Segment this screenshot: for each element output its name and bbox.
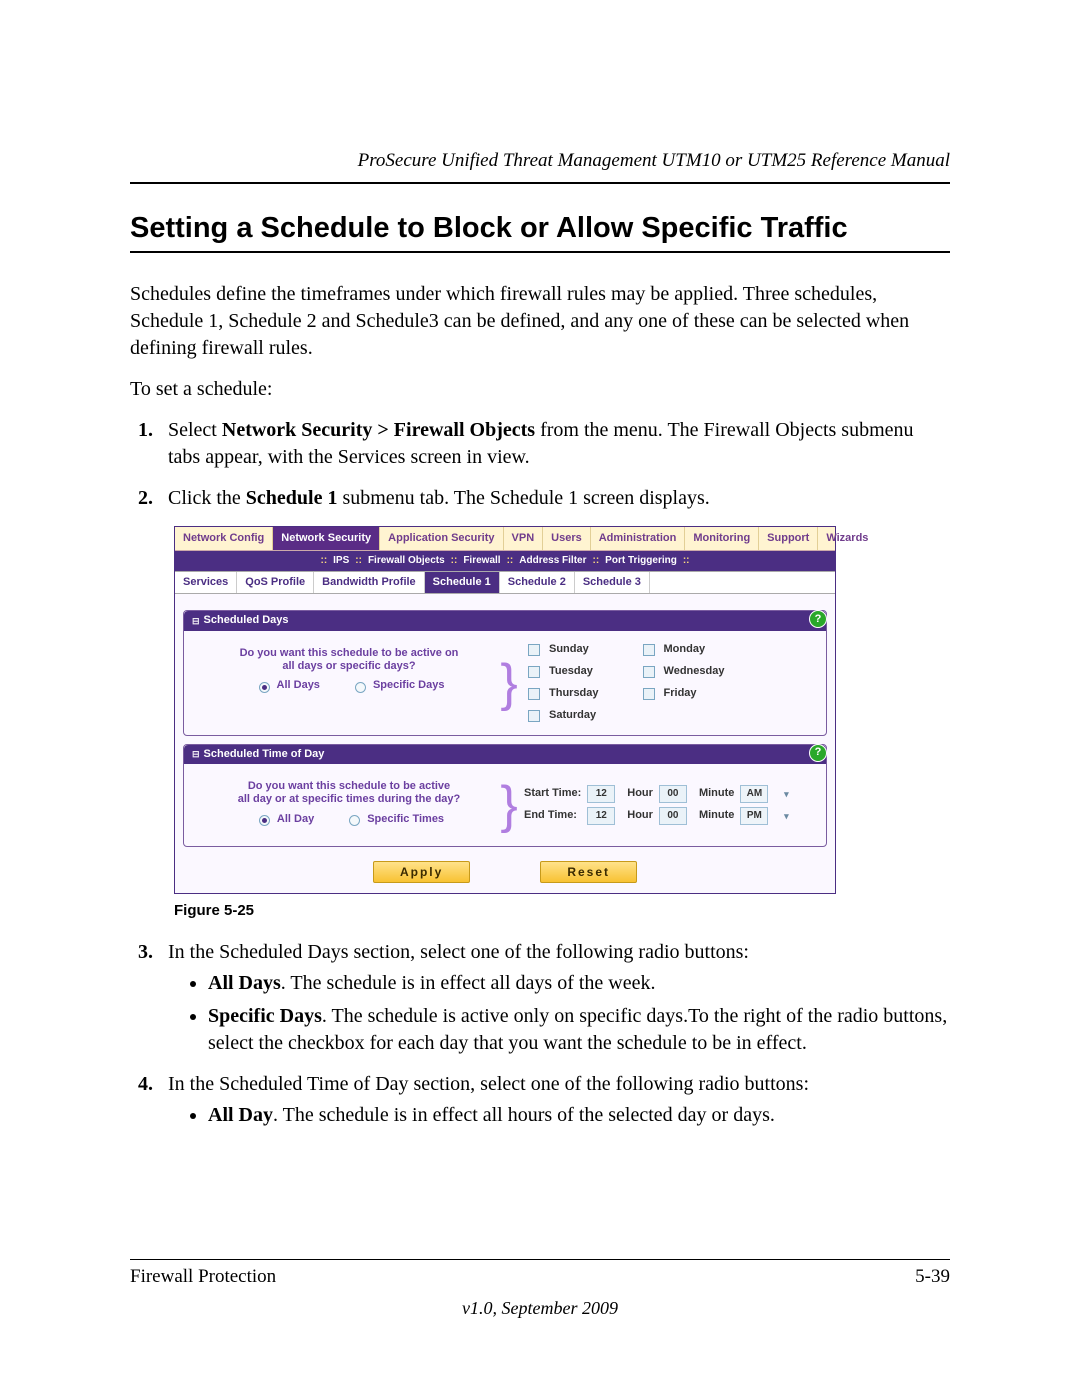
- nav-application-security[interactable]: Application Security: [380, 527, 503, 550]
- page-footer: Firewall Protection 5-39 v1.0, September…: [130, 1229, 950, 1319]
- hour-label: Hour: [627, 809, 653, 822]
- nav-wizards[interactable]: Wizards: [818, 527, 876, 550]
- time-grid: Start Time: 12 Hour 00 Minute AM ▾ End T…: [524, 785, 794, 825]
- day-checkboxes: Sunday Tuesday Thursday Saturday Monday …: [516, 641, 814, 725]
- running-header: ProSecure Unified Threat Management UTM1…: [130, 150, 950, 184]
- radio-specific-times[interactable]: Specific Times: [344, 812, 444, 826]
- tab-services[interactable]: Services: [175, 572, 237, 593]
- minute-label: Minute: [699, 787, 734, 800]
- time-question: Do you want this schedule to be active a…: [196, 774, 502, 837]
- days-question: Do you want this schedule to be active o…: [196, 641, 502, 725]
- panel-header-days: ⊟ Scheduled Days: [184, 611, 826, 630]
- step-2: Click the Schedule 1 submenu tab. The Sc…: [158, 485, 950, 512]
- radio-all-day[interactable]: All Day: [254, 812, 314, 826]
- checkbox-tuesday[interactable]: Tuesday: [524, 663, 599, 681]
- nav-monitoring[interactable]: Monitoring: [685, 527, 759, 550]
- tab-schedule-3[interactable]: Schedule 3: [575, 572, 650, 593]
- subnav-sep-icon: ::: [507, 555, 514, 567]
- start-time-label: Start Time:: [524, 787, 581, 800]
- nav-administration[interactable]: Administration: [591, 527, 686, 550]
- brace-icon: }: [502, 774, 516, 837]
- subnav-sep-icon: ::: [451, 555, 458, 567]
- intro-paragraph: Schedules define the timeframes under wh…: [130, 281, 950, 362]
- page-title: Setting a Schedule to Block or Allow Spe…: [130, 212, 950, 245]
- nav-vpn[interactable]: VPN: [504, 527, 544, 550]
- radio-specific-days[interactable]: Specific Days: [350, 679, 445, 693]
- tertiary-tabs: Services QoS Profile Bandwidth Profile S…: [175, 571, 835, 594]
- lead-in: To set a schedule:: [130, 376, 950, 403]
- form-canvas: ? ⊟ Scheduled Days Do you want this sche…: [175, 594, 835, 893]
- start-minute-input[interactable]: 00: [659, 785, 687, 803]
- checkbox-sunday[interactable]: Sunday: [524, 641, 599, 659]
- sub-nav: :: IPS :: Firewall Objects :: Firewall :…: [175, 551, 835, 571]
- checkbox-wednesday[interactable]: Wednesday: [639, 663, 725, 681]
- end-hour-input[interactable]: 12: [587, 807, 615, 825]
- subnav-sep-icon: ::: [683, 555, 690, 567]
- apply-button[interactable]: Apply: [373, 861, 470, 883]
- step-3-bullet-1: All Days. The schedule is in effect all …: [208, 970, 950, 997]
- step-4-bullet-1: All Day. The schedule is in effect all h…: [208, 1102, 950, 1129]
- embedded-screenshot: Network Config Network Security Applicat…: [174, 526, 836, 894]
- panel-scheduled-time: ? ⊟ Scheduled Time of Day Do you want th…: [183, 744, 827, 848]
- checkbox-saturday[interactable]: Saturday: [524, 707, 599, 725]
- tab-qos-profile[interactable]: QoS Profile: [237, 572, 314, 593]
- subnav-firewall-objects[interactable]: Firewall Objects: [368, 555, 445, 567]
- document-page: ProSecure Unified Threat Management UTM1…: [0, 0, 1080, 1397]
- footer-rule: [130, 1259, 950, 1260]
- figure-caption: Figure 5-25: [174, 902, 950, 919]
- nav-network-config[interactable]: Network Config: [175, 527, 273, 550]
- subnav-port-triggering[interactable]: Port Triggering: [605, 555, 677, 567]
- reset-button[interactable]: Reset: [540, 861, 637, 883]
- start-ampm-select[interactable]: AM: [740, 785, 768, 803]
- tab-bandwidth-profile[interactable]: Bandwidth Profile: [314, 572, 425, 593]
- chevron-down-icon[interactable]: ▾: [780, 786, 792, 802]
- panel-header-time: ⊟ Scheduled Time of Day: [184, 745, 826, 764]
- subnav-ips[interactable]: IPS: [333, 555, 349, 567]
- collapse-icon[interactable]: ⊟: [192, 749, 200, 760]
- start-hour-input[interactable]: 12: [587, 785, 615, 803]
- chevron-down-icon[interactable]: ▾: [780, 808, 792, 824]
- tab-schedule-2[interactable]: Schedule 2: [500, 572, 575, 593]
- step-4: In the Scheduled Time of Day section, se…: [158, 1071, 950, 1129]
- checkbox-thursday[interactable]: Thursday: [524, 685, 599, 703]
- end-ampm-select[interactable]: PM: [740, 807, 768, 825]
- nav-users[interactable]: Users: [543, 527, 591, 550]
- step-3-bullet-2: Specific Days. The schedule is active on…: [208, 1003, 950, 1057]
- help-icon[interactable]: ?: [809, 744, 827, 762]
- subnav-firewall[interactable]: Firewall: [463, 555, 500, 567]
- step-1: Select Network Security > Firewall Objec…: [158, 417, 950, 471]
- collapse-icon[interactable]: ⊟: [192, 616, 200, 627]
- subnav-sep-icon: ::: [320, 555, 327, 567]
- minute-label: Minute: [699, 809, 734, 822]
- procedure-list-continued: In the Scheduled Days section, select on…: [130, 939, 950, 1129]
- subnav-sep-icon: ::: [593, 555, 600, 567]
- subnav-address-filter[interactable]: Address Filter: [519, 555, 586, 567]
- end-minute-input[interactable]: 00: [659, 807, 687, 825]
- procedure-list: Select Network Security > Firewall Objec…: [130, 417, 950, 512]
- button-row: Apply Reset: [183, 855, 827, 887]
- footer-page-number: 5-39: [915, 1266, 950, 1288]
- checkbox-monday[interactable]: Monday: [639, 641, 725, 659]
- brace-icon: }: [502, 641, 516, 725]
- main-nav: Network Config Network Security Applicat…: [175, 527, 835, 551]
- step-3: In the Scheduled Days section, select on…: [158, 939, 950, 1057]
- checkbox-friday[interactable]: Friday: [639, 685, 725, 703]
- end-time-label: End Time:: [524, 809, 581, 822]
- tab-schedule-1[interactable]: Schedule 1: [425, 572, 500, 593]
- footer-section: Firewall Protection: [130, 1266, 276, 1288]
- radio-all-days[interactable]: All Days: [254, 679, 320, 693]
- nav-network-security[interactable]: Network Security: [273, 527, 380, 550]
- panel-scheduled-days: ? ⊟ Scheduled Days Do you want this sche…: [183, 610, 827, 735]
- subnav-sep-icon: ::: [355, 555, 362, 567]
- footer-version: v1.0, September 2009: [130, 1298, 950, 1319]
- nav-support[interactable]: Support: [759, 527, 818, 550]
- hour-label: Hour: [627, 787, 653, 800]
- title-rule: [130, 251, 950, 253]
